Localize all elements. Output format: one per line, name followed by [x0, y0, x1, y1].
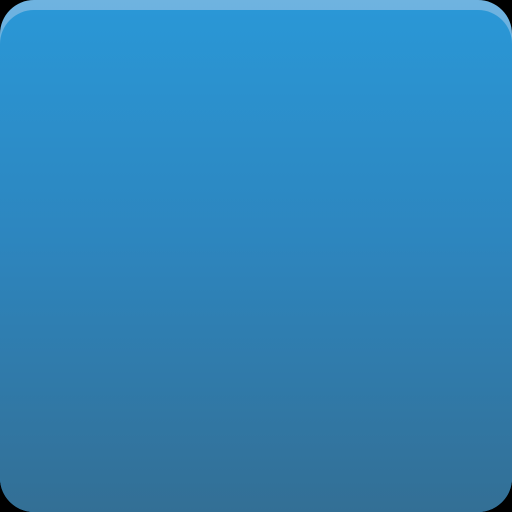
text-tool-icon [0, 0, 512, 512]
